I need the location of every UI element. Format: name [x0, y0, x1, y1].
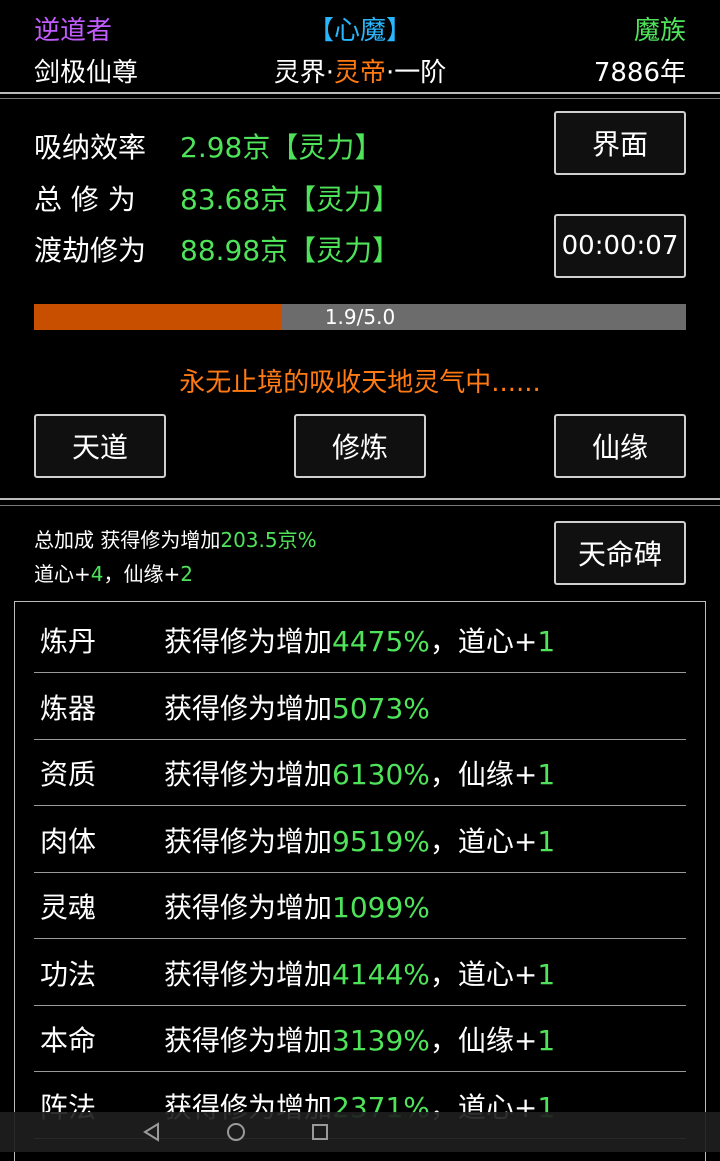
desc-text: 获得修为增加: [164, 758, 333, 791]
status-message: 永无止境的吸收天地灵气中......: [179, 368, 541, 398]
desc-text: 获得修为增加: [164, 1024, 333, 1057]
list-item[interactable]: 资质 获得修为增加6130%，仙缘+1: [34, 739, 686, 806]
total-cultivation-label: 总 修 为: [34, 183, 136, 216]
back-triangle-icon[interactable]: [140, 1120, 164, 1144]
realm-prefix: 灵界: [273, 58, 326, 88]
desc-text: 获得修为增加: [164, 692, 333, 725]
desc-text: 获得修为增加: [164, 625, 333, 658]
extra-label: ，道心+: [429, 958, 538, 991]
progress-text: 1.9/5.0: [324, 305, 396, 329]
bonus-percent: 4475%: [332, 625, 430, 658]
absorb-value: 2.98京【灵力】: [180, 131, 383, 164]
bonus-percent: 6130%: [332, 758, 430, 791]
list-item-name: 炼器: [40, 692, 97, 725]
list-item-desc: 获得修为增加3139%，仙缘+1: [164, 1019, 555, 1059]
extra-label: ，仙缘+: [429, 1024, 538, 1057]
list-item-name: 本命: [40, 1024, 97, 1057]
realm-highlight: 灵帝: [333, 58, 386, 88]
years-label: 7886年: [593, 58, 686, 88]
extra-label: ，道心+: [429, 625, 538, 658]
list-item[interactable]: 灵魂 获得修为增加1099%: [34, 872, 686, 939]
extra-label: ，仙缘+: [429, 758, 538, 791]
progress-bar: 1.9/5.0: [34, 304, 686, 330]
home-circle-icon[interactable]: [224, 1120, 248, 1144]
total-bonus-line: 总加成 获得修为增加203.5京%: [34, 524, 317, 553]
bonus-percent: 5073%: [332, 692, 430, 725]
list-item-name: 灵魂: [40, 891, 97, 924]
list-item-name: 肉体: [40, 825, 97, 858]
total-cultivation-value: 83.68京【灵力】: [180, 183, 401, 216]
list-item-desc: 获得修为增加5073%: [164, 687, 430, 727]
fate-button[interactable]: 仙缘: [554, 414, 686, 478]
cultivate-button[interactable]: 修炼: [294, 414, 426, 478]
fate-value: 2: [180, 562, 193, 586]
divider: [0, 98, 720, 99]
tribulation-value: 88.98京【灵力】: [180, 234, 401, 267]
list-item[interactable]: 炼器 获得修为增加5073%: [34, 673, 686, 740]
list-item[interactable]: 肉体 获得修为增加9519%，道心+1: [34, 806, 686, 873]
list-item-desc: 获得修为增加6130%，仙缘+1: [164, 753, 555, 793]
list-item-desc: 获得修为增加4475%，道心+1: [164, 620, 555, 660]
heaven-button[interactable]: 天道: [34, 414, 166, 478]
dao-heart-label: 道心+: [34, 562, 91, 586]
realm-suffix: 一阶: [394, 58, 447, 88]
list-item[interactable]: 炼丹 获得修为增加4475%，道心+1: [34, 606, 686, 673]
list-item-name: 炼丹: [40, 625, 97, 658]
divider: [0, 92, 720, 94]
divider: [0, 498, 720, 500]
extra-value: 1: [537, 758, 556, 791]
desc-text: 获得修为增加: [164, 891, 333, 924]
race-label: 魔族: [633, 16, 686, 46]
extra-value: 1: [537, 958, 556, 991]
bonus-percent: 3139%: [332, 1024, 430, 1057]
recent-square-icon[interactable]: [308, 1120, 332, 1144]
list-item-name: 功法: [40, 958, 97, 991]
extra-value: 1: [537, 825, 556, 858]
heart-demon-label: 【心魔】: [307, 16, 412, 46]
extra-value: 1: [537, 625, 556, 658]
list-item[interactable]: 功法 获得修为增加4144%，道心+1: [34, 939, 686, 1006]
interface-button[interactable]: 界面: [554, 111, 686, 175]
bonus-percent: 1099%: [332, 891, 430, 924]
desc-text: 获得修为增加: [164, 825, 333, 858]
extra-value: 1: [537, 1024, 556, 1057]
list-item-desc: 获得修为增加4144%，道心+1: [164, 953, 555, 993]
system-nav-bar: [0, 1112, 720, 1152]
list-item[interactable]: 本命 获得修为增加3139%，仙缘+1: [34, 1005, 686, 1072]
list-item-desc: 获得修为增加1099%: [164, 886, 430, 926]
timer-button[interactable]: 00:00:07: [554, 214, 686, 278]
bonus-percent: 9519%: [332, 825, 430, 858]
divider: [0, 505, 720, 506]
extra-label: ，道心+: [429, 825, 538, 858]
list-item-desc: 获得修为增加9519%，道心+1: [164, 820, 555, 860]
realm-dot: ·: [325, 58, 334, 88]
bonus-stats-line: 道心+4，仙缘+2: [34, 558, 193, 587]
fate-label: ，仙缘+: [103, 562, 181, 586]
bonus-prefix: 总加成 获得修为增加: [34, 528, 221, 552]
dao-heart-value: 4: [90, 562, 104, 586]
bonus-percent: 4144%: [332, 958, 430, 991]
desc-text: 获得修为增加: [164, 958, 333, 991]
bonus-value: 203.5京%: [220, 528, 317, 552]
destiny-stele-button[interactable]: 天命碑: [554, 521, 686, 585]
tribulation-label: 渡劫修为: [34, 234, 147, 267]
list-item-name: 资质: [40, 758, 97, 791]
absorb-label: 吸纳效率: [34, 131, 147, 164]
